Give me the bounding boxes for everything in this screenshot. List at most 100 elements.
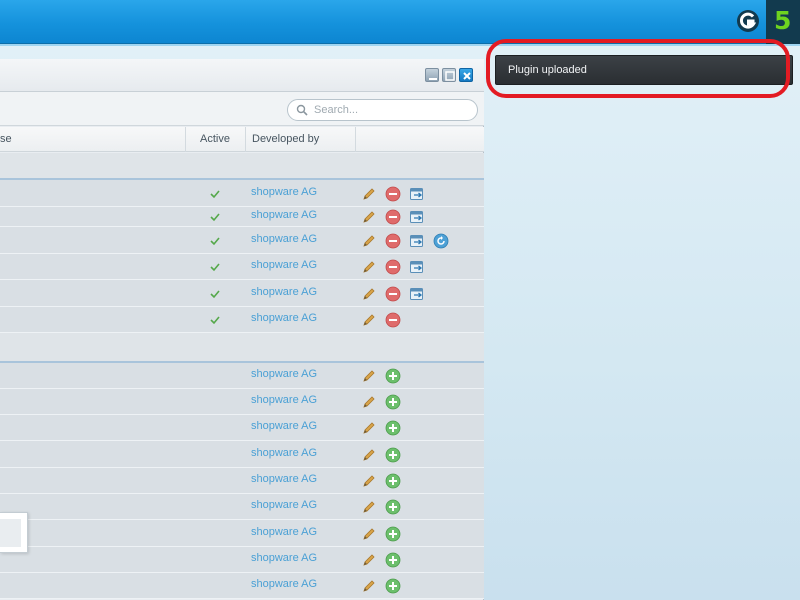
search-field[interactable]	[287, 99, 478, 121]
group-header-uninstalled[interactable]	[0, 333, 484, 363]
developer-link[interactable]: shopware AG	[251, 577, 317, 591]
developer-link[interactable]: shopware AG	[251, 525, 317, 539]
remove-icon[interactable]	[385, 233, 401, 252]
maximize-icon	[445, 71, 455, 81]
remove-icon[interactable]	[385, 286, 401, 305]
table-row[interactable]: shopware AG	[0, 363, 484, 389]
table-row[interactable]: shopware AG	[0, 307, 484, 333]
minimize-icon	[429, 78, 437, 80]
table-row[interactable]: shopware AG	[0, 520, 484, 547]
remove-icon[interactable]	[385, 259, 401, 278]
search-icon	[296, 104, 308, 116]
config-icon[interactable]	[409, 209, 425, 228]
developer-link[interactable]: shopware AG	[251, 419, 317, 433]
highlight-annotation	[486, 39, 790, 98]
edit-icon[interactable]	[361, 286, 377, 305]
remove-icon[interactable]	[385, 209, 401, 228]
developer-link[interactable]: shopware AG	[251, 498, 317, 512]
table-row[interactable]: shopware AG	[0, 254, 484, 280]
column-header-active[interactable]: Active	[186, 127, 246, 152]
developer-link[interactable]: shopware AG	[251, 185, 317, 199]
developer-link[interactable]: shopware AG	[251, 446, 317, 460]
column-header-license-label: se	[0, 133, 12, 145]
top-bar: 5	[0, 0, 800, 44]
table-row[interactable]: shopware AG	[0, 441, 484, 468]
table-row[interactable]: shopware AG	[0, 547, 484, 573]
column-header-developer[interactable]: Developed by	[246, 127, 356, 152]
search-input[interactable]	[314, 103, 469, 117]
column-header-active-label: Active	[200, 133, 230, 145]
edit-icon[interactable]	[361, 233, 377, 252]
table-row[interactable]: shopware AG	[0, 468, 484, 494]
install-icon[interactable]	[385, 526, 401, 545]
table-row[interactable]: shopware AG	[0, 207, 484, 227]
shopware-5-logo[interactable]: 5	[766, 0, 800, 44]
install-icon[interactable]	[385, 473, 401, 492]
maximize-button[interactable]	[442, 68, 456, 82]
floating-panel-inner	[0, 519, 21, 547]
edit-icon[interactable]	[361, 499, 377, 518]
table-row[interactable]: shopware AG	[0, 494, 484, 520]
install-icon[interactable]	[385, 552, 401, 571]
column-header-license[interactable]: se	[0, 127, 186, 152]
install-icon[interactable]	[385, 368, 401, 387]
developer-link[interactable]: shopware AG	[251, 258, 317, 272]
table-row[interactable]: shopware AG	[0, 573, 484, 599]
active-check-icon	[210, 314, 220, 328]
install-icon[interactable]	[385, 578, 401, 597]
edit-icon[interactable]	[361, 312, 377, 331]
table-row[interactable]: shopware AG	[0, 280, 484, 307]
column-header-developer-label: Developed by	[252, 133, 320, 145]
edit-icon[interactable]	[361, 552, 377, 571]
remove-icon[interactable]	[385, 186, 401, 205]
developer-link[interactable]: shopware AG	[251, 232, 317, 246]
install-icon[interactable]	[385, 394, 401, 413]
config-icon[interactable]	[409, 286, 425, 305]
install-icon[interactable]	[385, 420, 401, 439]
install-icon[interactable]	[385, 447, 401, 466]
window-header	[0, 59, 484, 92]
table-row[interactable]: shopware AG	[0, 180, 484, 207]
active-check-icon	[210, 211, 220, 225]
plugin-manager-window: se Active Developed by shopware AG shopwa…	[0, 59, 484, 600]
table-row[interactable]: shopware AG	[0, 389, 484, 415]
edit-icon[interactable]	[361, 259, 377, 278]
column-header-actions	[356, 127, 484, 152]
developer-link[interactable]: shopware AG	[251, 285, 317, 299]
config-icon[interactable]	[409, 233, 425, 252]
close-button[interactable]	[459, 68, 473, 82]
edit-icon[interactable]	[361, 526, 377, 545]
developer-link[interactable]: shopware AG	[251, 551, 317, 565]
edit-icon[interactable]	[361, 368, 377, 387]
reinstall-icon[interactable]	[433, 233, 449, 252]
grid-toolbar	[0, 92, 484, 126]
shopware-icon[interactable]	[736, 9, 760, 33]
edit-icon[interactable]	[361, 473, 377, 492]
edit-icon[interactable]	[361, 578, 377, 597]
edit-icon[interactable]	[361, 209, 377, 228]
edit-icon[interactable]	[361, 186, 377, 205]
remove-icon[interactable]	[385, 312, 401, 331]
edit-icon[interactable]	[361, 447, 377, 466]
active-check-icon	[210, 188, 220, 202]
column-headers: se Active Developed by	[0, 127, 484, 152]
logo-five-text: 5	[774, 6, 792, 35]
install-icon[interactable]	[385, 499, 401, 518]
edit-icon[interactable]	[361, 420, 377, 439]
config-icon[interactable]	[409, 259, 425, 278]
developer-link[interactable]: shopware AG	[251, 311, 317, 325]
table-row[interactable]: shopware AG	[0, 227, 484, 254]
edit-icon[interactable]	[361, 394, 377, 413]
table-row[interactable]: shopware AG	[0, 415, 484, 441]
developer-link[interactable]: shopware AG	[251, 393, 317, 407]
developer-link[interactable]: shopware AG	[251, 208, 317, 222]
developer-link[interactable]: shopware AG	[251, 367, 317, 381]
minimize-button[interactable]	[425, 68, 439, 82]
close-icon	[463, 72, 471, 80]
config-icon[interactable]	[409, 186, 425, 205]
active-check-icon	[210, 235, 220, 249]
active-check-icon	[210, 288, 220, 302]
floating-panel	[0, 512, 28, 553]
developer-link[interactable]: shopware AG	[251, 472, 317, 486]
group-header-installed[interactable]	[0, 153, 484, 180]
